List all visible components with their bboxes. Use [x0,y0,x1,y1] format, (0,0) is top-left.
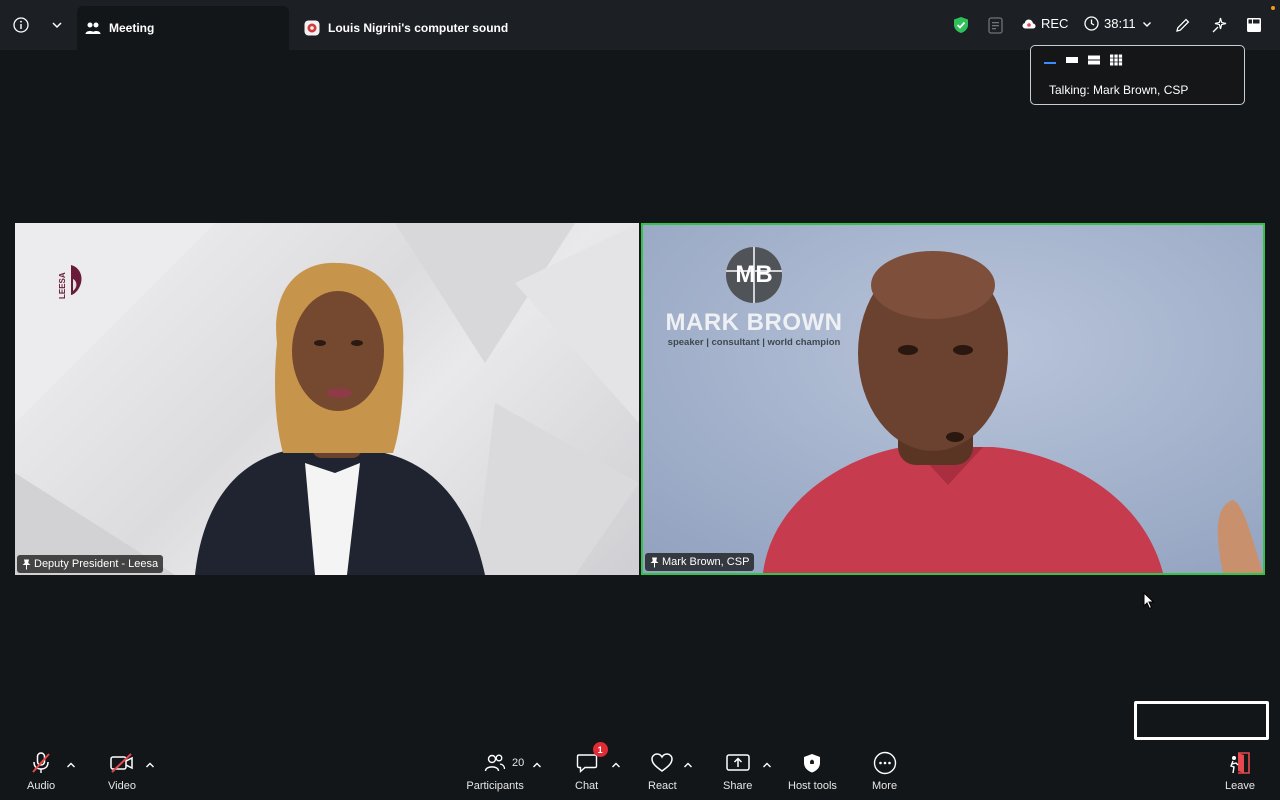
mb-logo-title: MARK BROWN [665,309,843,336]
timer-value: 38:11 [1104,16,1136,31]
audio-label: Audio [27,780,56,792]
participant-name-tag: Mark Brown, CSP [645,553,755,571]
participants-button[interactable]: 20 Participants [466,750,524,792]
tab-computer-sound[interactable]: Louis Nigrini's computer sound [300,6,508,50]
clock-icon [1084,16,1099,31]
chevron-down-icon[interactable] [50,18,64,32]
leave-label: Leave [1225,780,1255,792]
share-screen-icon [725,750,751,776]
leave-door-icon [1227,750,1253,776]
cloud-record-icon [1022,19,1036,29]
shield-icon [802,750,822,776]
speaker-layout-icon[interactable] [1043,53,1057,71]
mb-initials: MB [735,261,773,288]
participants-options-chevron-icon[interactable] [532,756,542,774]
participant-name: Mark Brown, CSP [662,556,750,568]
gallery-layout-icon[interactable] [1109,53,1123,71]
chat-button[interactable]: 1 Chat [575,742,608,792]
microphone-muted-icon [30,750,52,776]
participant-name: Deputy President - Leesa [34,558,159,570]
participants-count: 20 [512,757,525,769]
chat-unread-badge: 1 [592,742,608,757]
strip-layout-icon[interactable] [1065,53,1079,71]
floating-panel-outline[interactable] [1134,701,1269,740]
leave-button[interactable]: Leave [1225,750,1255,792]
react-options-chevron-icon[interactable] [683,756,693,774]
mb-logo-subtitle: speaker | consultant | world champion [667,337,841,348]
talking-indicator: Talking: Mark Brown, CSP [1049,83,1189,97]
tab-meeting[interactable]: Meeting [77,6,289,50]
notification-dot [1271,6,1275,10]
meeting-controls: Audio Video 20 Participants 1 Chat React… [0,740,1280,800]
chat-label: Chat [575,780,599,792]
pin-icon [22,559,31,570]
video-tile-leesa[interactable]: LEESA Deputy President - Leesa [15,223,639,575]
stacked-layout-icon[interactable] [1087,53,1101,71]
pencil-icon[interactable] [1174,16,1192,34]
audio-options-chevron-icon[interactable] [66,756,76,774]
sparkle-icon[interactable] [1210,16,1228,34]
leesa-logo: LEESA [58,259,85,308]
chat-icon: 1 [576,742,608,776]
pin-icon [650,557,659,568]
host-tools-label: Host tools [788,780,837,792]
more-icon [873,750,897,776]
view-icon[interactable] [1245,16,1263,34]
audio-button[interactable]: Audio [27,750,55,792]
video-tile-mark-brown[interactable]: MB MARK BROWN speaker | consultant | wor… [641,223,1265,575]
react-button[interactable]: React [648,750,677,792]
mouse-cursor-icon [1143,591,1155,615]
rec-label: REC [1041,16,1069,31]
chat-options-chevron-icon[interactable] [611,756,621,774]
svg-text:LEESA: LEESA [59,272,67,299]
host-tools-button[interactable]: Host tools [788,750,837,792]
participant-name-tag: Deputy President - Leesa [17,555,164,573]
participants-label: Participants [466,780,524,792]
recording-status[interactable]: REC [1022,16,1068,31]
participants-icon: 20 [484,750,524,776]
mark-brown-logo: MB MARK BROWN speaker | consultant | wor… [659,247,849,348]
share-options-chevron-icon[interactable] [762,756,772,774]
video-options-chevron-icon[interactable] [145,756,155,774]
share-source-icon [304,20,320,36]
captions-icon[interactable] [987,16,1005,34]
timer-chevron-icon [1142,19,1152,29]
background-pattern [15,223,639,575]
meeting-timer[interactable]: 38:11 [1084,16,1152,31]
layout-options [1043,53,1123,71]
heart-icon [650,750,674,776]
people-icon [85,21,101,35]
info-icon[interactable] [12,16,30,34]
tab-computer-sound-label: Louis Nigrini's computer sound [328,21,509,35]
shield-check-icon[interactable] [952,16,970,34]
camera-off-icon [109,750,135,776]
video-button[interactable]: Video [108,750,136,792]
speaker-view-popover: Talking: Mark Brown, CSP [1030,45,1245,105]
more-label: More [872,780,898,792]
more-button[interactable]: More [872,750,897,792]
tab-meeting-label: Meeting [109,21,155,35]
mb-monogram: MB [726,247,782,303]
react-label: React [648,780,677,792]
share-label: Share [723,780,753,792]
top-bar: Meeting Louis Nigrini's computer sound R… [0,0,1280,50]
share-button[interactable]: Share [723,750,752,792]
video-label: Video [108,780,136,792]
